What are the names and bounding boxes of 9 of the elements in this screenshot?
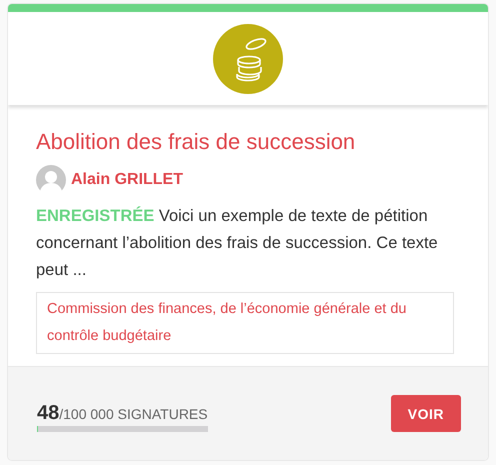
avatar-icon	[36, 165, 66, 195]
view-button[interactable]: VOIR	[390, 395, 461, 432]
coins-icon	[213, 24, 283, 94]
signature-goal: /100 000 SIGNATURES	[59, 406, 208, 422]
author-name[interactable]: Alain GRILLET	[71, 171, 183, 189]
commission-tag: Commission des finances, de l’économie générale et du contrôle budgétaire	[36, 292, 454, 354]
signature-count: 48	[37, 402, 60, 424]
petition-excerpt: ENREGISTRÉE Voici un exemple de texte de pétition concernant l’abolition des frais de succession. Ce texte peut ...	[36, 205, 439, 281]
petition-title[interactable]: Abolition des frais de succession	[36, 129, 454, 155]
